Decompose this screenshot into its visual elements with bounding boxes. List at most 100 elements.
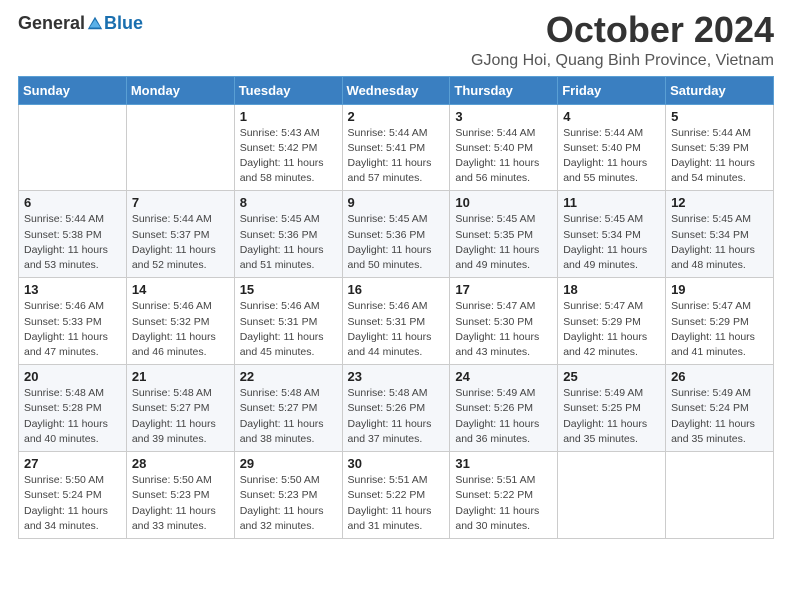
calendar-body: 1 Sunrise: 5:43 AMSunset: 5:42 PMDaylight…	[19, 104, 774, 538]
day-cell: 12Sunrise: 5:45 AMSunset: 5:34 PMDayligh…	[666, 191, 774, 278]
day-info: Sunrise: 5:46 AMSunset: 5:31 PMDaylight:…	[348, 299, 445, 360]
day-cell: 27 Sunrise: 5:50 AMSunset: 5:24 PMDayligh…	[19, 452, 127, 539]
logo-blue: Blue	[104, 14, 143, 32]
day-number: 2	[348, 109, 445, 124]
day-number: 18	[563, 282, 660, 297]
week-row-4: 20 Sunrise: 5:48 AMSunset: 5:28 PMDayligh…	[19, 365, 774, 452]
day-info: Sunrise: 5:44 AMSunset: 5:37 PMDaylight:…	[132, 212, 229, 273]
page: General Blue October 2024 GJong Hoi, Qua…	[0, 0, 792, 612]
day-number: 7	[132, 195, 229, 210]
day-info: Sunrise: 5:44 AMSunset: 5:40 PMDaylight:…	[563, 126, 660, 187]
day-info: Sunrise: 5:47 AMSunset: 5:29 PMDaylight:…	[563, 299, 660, 360]
day-cell: 6 Sunrise: 5:44 AMSunset: 5:38 PMDaylight…	[19, 191, 127, 278]
day-cell: 25Sunrise: 5:49 AMSunset: 5:25 PMDayligh…	[558, 365, 666, 452]
day-number: 10	[455, 195, 552, 210]
day-info: Sunrise: 5:46 AMSunset: 5:31 PMDaylight:…	[240, 299, 337, 360]
day-cell: 23 Sunrise: 5:48 AMSunset: 5:26 PMDayligh…	[342, 365, 450, 452]
day-number: 5	[671, 109, 768, 124]
day-cell: 20 Sunrise: 5:48 AMSunset: 5:28 PMDayligh…	[19, 365, 127, 452]
day-number: 29	[240, 456, 337, 471]
title-area: October 2024 GJong Hoi, Quang Binh Provi…	[471, 10, 774, 70]
day-number: 30	[348, 456, 445, 471]
day-number: 13	[24, 282, 121, 297]
day-number: 1	[240, 109, 337, 124]
calendar: SundayMondayTuesdayWednesdayThursdayFrid…	[18, 76, 774, 539]
day-cell	[19, 104, 127, 191]
day-cell	[666, 452, 774, 539]
day-cell: 16 Sunrise: 5:46 AMSunset: 5:31 PMDayligh…	[342, 278, 450, 365]
day-cell: 17Sunrise: 5:47 AMSunset: 5:30 PMDayligh…	[450, 278, 558, 365]
day-number: 23	[348, 369, 445, 384]
day-cell: 10 Sunrise: 5:45 AMSunset: 5:35 PMDayligh…	[450, 191, 558, 278]
logo-general: General	[18, 14, 85, 32]
day-info: Sunrise: 5:45 AMSunset: 5:34 PMDaylight:…	[671, 212, 768, 273]
day-number: 4	[563, 109, 660, 124]
day-info: Sunrise: 5:46 AMSunset: 5:32 PMDaylight:…	[132, 299, 229, 360]
day-number: 11	[563, 195, 660, 210]
header-row: SundayMondayTuesdayWednesdayThursdayFrid…	[19, 76, 774, 104]
day-number: 16	[348, 282, 445, 297]
day-cell: 26Sunrise: 5:49 AMSunset: 5:24 PMDayligh…	[666, 365, 774, 452]
day-cell: 24 Sunrise: 5:49 AMSunset: 5:26 PMDayligh…	[450, 365, 558, 452]
day-info: Sunrise: 5:45 AMSunset: 5:35 PMDaylight:…	[455, 212, 552, 273]
day-cell	[558, 452, 666, 539]
day-number: 24	[455, 369, 552, 384]
day-number: 20	[24, 369, 121, 384]
day-info: Sunrise: 5:44 AMSunset: 5:38 PMDaylight:…	[24, 212, 121, 273]
day-cell: 8Sunrise: 5:45 AMSunset: 5:36 PMDaylight…	[234, 191, 342, 278]
day-number: 6	[24, 195, 121, 210]
day-header-monday: Monday	[126, 76, 234, 104]
day-header-friday: Friday	[558, 76, 666, 104]
day-header-tuesday: Tuesday	[234, 76, 342, 104]
day-info: Sunrise: 5:45 AMSunset: 5:36 PMDaylight:…	[348, 212, 445, 273]
day-info: Sunrise: 5:51 AMSunset: 5:22 PMDaylight:…	[348, 473, 445, 534]
day-cell: 13 Sunrise: 5:46 AMSunset: 5:33 PMDayligh…	[19, 278, 127, 365]
day-cell: 31Sunrise: 5:51 AMSunset: 5:22 PMDayligh…	[450, 452, 558, 539]
day-info: Sunrise: 5:50 AMSunset: 5:24 PMDaylight:…	[24, 473, 121, 534]
day-number: 25	[563, 369, 660, 384]
day-number: 19	[671, 282, 768, 297]
day-info: Sunrise: 5:48 AMSunset: 5:27 PMDaylight:…	[240, 386, 337, 447]
week-row-3: 13 Sunrise: 5:46 AMSunset: 5:33 PMDayligh…	[19, 278, 774, 365]
day-cell: 9 Sunrise: 5:45 AMSunset: 5:36 PMDaylight…	[342, 191, 450, 278]
day-info: Sunrise: 5:43 AMSunset: 5:42 PMDaylight:…	[240, 126, 337, 187]
day-info: Sunrise: 5:49 AMSunset: 5:26 PMDaylight:…	[455, 386, 552, 447]
day-number: 15	[240, 282, 337, 297]
day-header-sunday: Sunday	[19, 76, 127, 104]
logo: General Blue	[18, 14, 143, 32]
day-cell: 11 Sunrise: 5:45 AMSunset: 5:34 PMDayligh…	[558, 191, 666, 278]
day-cell: 21Sunrise: 5:48 AMSunset: 5:27 PMDayligh…	[126, 365, 234, 452]
day-info: Sunrise: 5:46 AMSunset: 5:33 PMDaylight:…	[24, 299, 121, 360]
day-info: Sunrise: 5:48 AMSunset: 5:28 PMDaylight:…	[24, 386, 121, 447]
day-number: 17	[455, 282, 552, 297]
day-cell: 29 Sunrise: 5:50 AMSunset: 5:23 PMDayligh…	[234, 452, 342, 539]
day-info: Sunrise: 5:50 AMSunset: 5:23 PMDaylight:…	[240, 473, 337, 534]
day-info: Sunrise: 5:47 AMSunset: 5:29 PMDaylight:…	[671, 299, 768, 360]
day-number: 27	[24, 456, 121, 471]
day-number: 28	[132, 456, 229, 471]
day-info: Sunrise: 5:45 AMSunset: 5:34 PMDaylight:…	[563, 212, 660, 273]
week-row-1: 1 Sunrise: 5:43 AMSunset: 5:42 PMDaylight…	[19, 104, 774, 191]
day-cell: 7 Sunrise: 5:44 AMSunset: 5:37 PMDaylight…	[126, 191, 234, 278]
day-number: 9	[348, 195, 445, 210]
day-header-saturday: Saturday	[666, 76, 774, 104]
day-cell: 1 Sunrise: 5:43 AMSunset: 5:42 PMDaylight…	[234, 104, 342, 191]
day-number: 3	[455, 109, 552, 124]
week-row-2: 6 Sunrise: 5:44 AMSunset: 5:38 PMDaylight…	[19, 191, 774, 278]
day-cell: 5 Sunrise: 5:44 AMSunset: 5:39 PMDaylight…	[666, 104, 774, 191]
subtitle: GJong Hoi, Quang Binh Province, Vietnam	[471, 52, 774, 70]
day-info: Sunrise: 5:44 AMSunset: 5:41 PMDaylight:…	[348, 126, 445, 187]
day-number: 21	[132, 369, 229, 384]
day-header-wednesday: Wednesday	[342, 76, 450, 104]
day-info: Sunrise: 5:48 AMSunset: 5:26 PMDaylight:…	[348, 386, 445, 447]
day-cell: 15 Sunrise: 5:46 AMSunset: 5:31 PMDayligh…	[234, 278, 342, 365]
day-number: 22	[240, 369, 337, 384]
day-header-thursday: Thursday	[450, 76, 558, 104]
day-info: Sunrise: 5:51 AMSunset: 5:22 PMDaylight:…	[455, 473, 552, 534]
day-info: Sunrise: 5:44 AMSunset: 5:40 PMDaylight:…	[455, 126, 552, 187]
day-cell: 28Sunrise: 5:50 AMSunset: 5:23 PMDayligh…	[126, 452, 234, 539]
calendar-header: SundayMondayTuesdayWednesdayThursdayFrid…	[19, 76, 774, 104]
day-info: Sunrise: 5:45 AMSunset: 5:36 PMDaylight:…	[240, 212, 337, 273]
day-cell: 2 Sunrise: 5:44 AMSunset: 5:41 PMDaylight…	[342, 104, 450, 191]
day-info: Sunrise: 5:44 AMSunset: 5:39 PMDaylight:…	[671, 126, 768, 187]
